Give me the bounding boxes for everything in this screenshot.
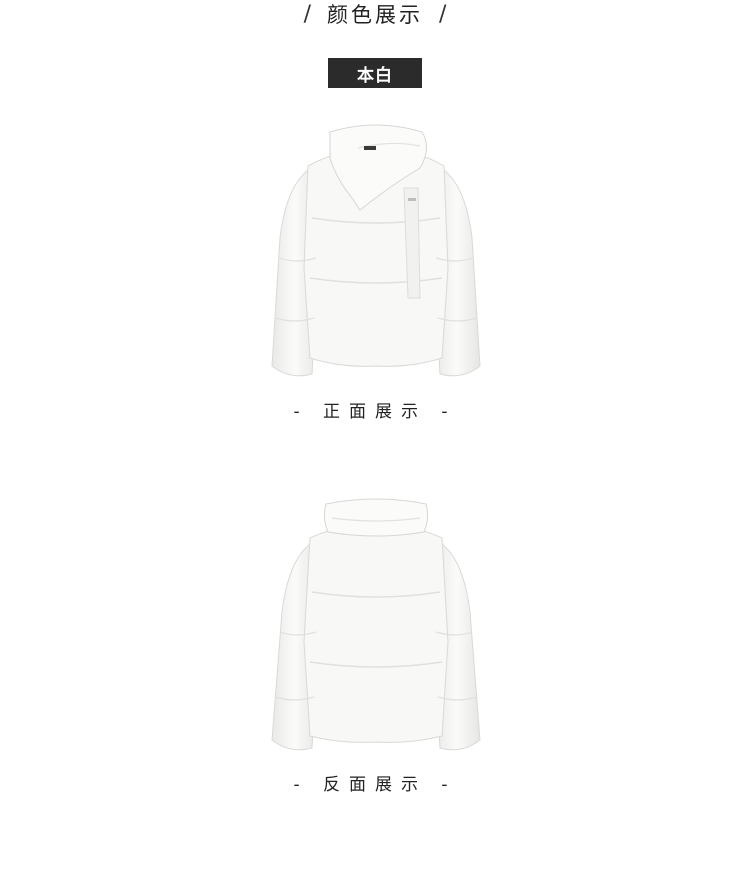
- section-title: / 颜色展示 /: [0, 0, 750, 28]
- color-name-badge: 本白: [328, 58, 422, 88]
- title-slash-right: /: [439, 1, 447, 27]
- title-slash-left: /: [303, 1, 311, 27]
- section-title-text: 颜色展示: [327, 3, 423, 27]
- jacket-front-image: [271, 124, 481, 377]
- jacket-back-image: [271, 498, 481, 751]
- back-view-caption: - 反面展示 -: [293, 775, 457, 795]
- front-view-caption: - 正面展示 -: [293, 402, 457, 422]
